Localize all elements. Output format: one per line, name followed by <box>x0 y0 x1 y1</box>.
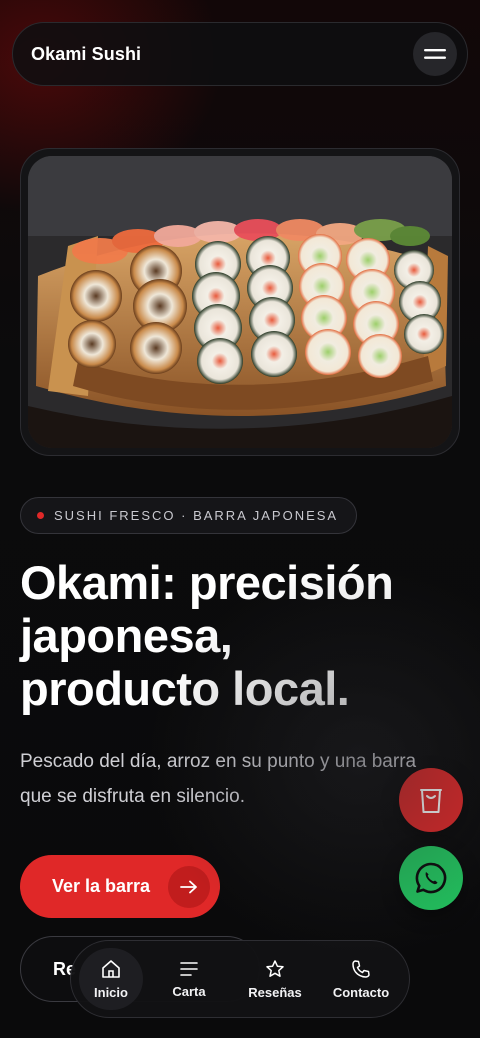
hero-image-frame <box>20 148 460 456</box>
nav-label-inicio: Inicio <box>94 984 128 1000</box>
hero-subtext: Pescado del día, arroz en su punto y una… <box>20 744 460 814</box>
menu-button[interactable] <box>413 32 457 76</box>
home-icon <box>102 959 120 978</box>
subtext-line-1: Pescado del día, arroz en su punto y una… <box>20 751 417 772</box>
hamburger-menu-icon <box>424 49 446 59</box>
order-fab-button[interactable] <box>399 768 463 832</box>
bottom-navigation: Inicio Carta Reseñas Contacto <box>70 940 410 1018</box>
brand-name[interactable]: Okami Sushi <box>31 44 141 65</box>
ver-la-barra-button[interactable]: Ver la barra <box>20 855 220 918</box>
hero-sushi-image <box>28 156 452 448</box>
nav-label-resenas: Reseñas <box>248 984 302 1000</box>
headline-line-3: producto local. <box>20 662 350 715</box>
whatsapp-icon <box>415 862 447 894</box>
menu-list-icon <box>180 961 198 976</box>
nav-item-resenas[interactable]: Reseñas <box>235 948 315 1010</box>
tag-dot <box>37 512 44 519</box>
nav-label-carta: Carta <box>172 983 206 999</box>
takeaway-cup-icon <box>420 789 442 813</box>
cta-arrow-container <box>168 865 210 908</box>
headline-line-2: japonesa, <box>20 609 233 662</box>
subtext-line-2: que se disfruta en silencio. <box>20 786 245 807</box>
top-header: Okami Sushi <box>12 22 468 86</box>
phone-icon <box>352 959 370 978</box>
arrow-right-icon <box>180 880 197 893</box>
nav-item-inicio[interactable]: Inicio <box>79 948 143 1010</box>
star-icon <box>266 959 284 977</box>
nav-item-contacto[interactable]: Contacto <box>321 948 401 1010</box>
category-tag: SUSHI FRESCO · BARRA JAPONESA <box>20 497 358 534</box>
headline-line-1: Okami: precisión <box>20 556 394 609</box>
page: Okami Sushi SUSHI FRESCO · BARRA JAPONES… <box>0 0 480 1038</box>
tag-label: SUSHI FRESCO · BARRA JAPONESA <box>54 508 339 523</box>
nav-item-carta[interactable]: Carta <box>149 948 229 1010</box>
cta-primary-label: Ver la barra <box>52 876 151 896</box>
hero-headline: Okami: precisión japonesa, producto loca… <box>20 556 460 715</box>
nav-label-contacto: Contacto <box>332 984 390 1000</box>
whatsapp-fab-button[interactable] <box>399 846 463 910</box>
